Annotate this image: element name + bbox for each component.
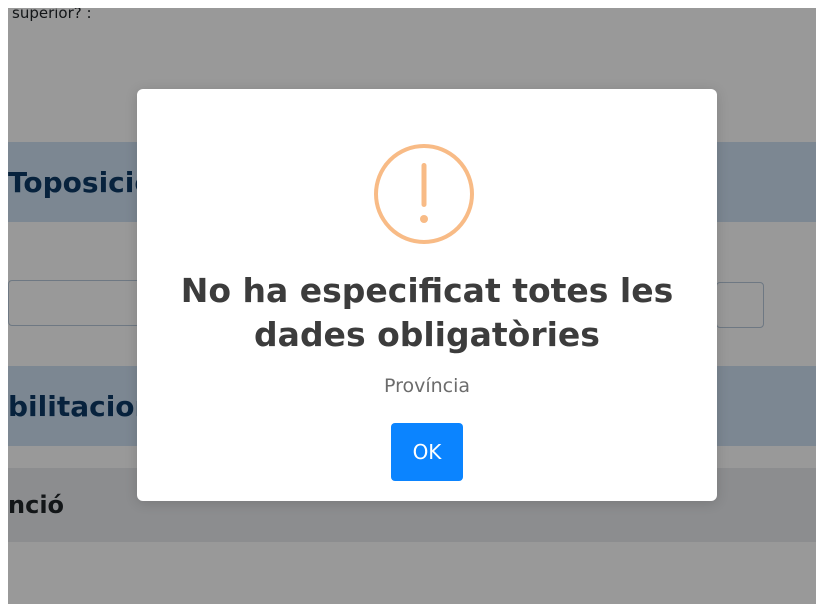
dialog-message: Província xyxy=(383,375,471,397)
exclamation-circle-icon xyxy=(373,143,475,245)
top-edge xyxy=(0,0,816,8)
dialog-title-line-1: No ha especificat totes les xyxy=(180,271,674,310)
dialog-title: No ha especificat totes les dades obliga… xyxy=(137,269,717,357)
dialog-title-line-2: dades obligatòries xyxy=(254,315,600,354)
alert-dialog: No ha especificat totes les dades obliga… xyxy=(137,89,717,501)
ok-button[interactable]: OK xyxy=(391,423,463,481)
left-edge xyxy=(0,0,8,604)
